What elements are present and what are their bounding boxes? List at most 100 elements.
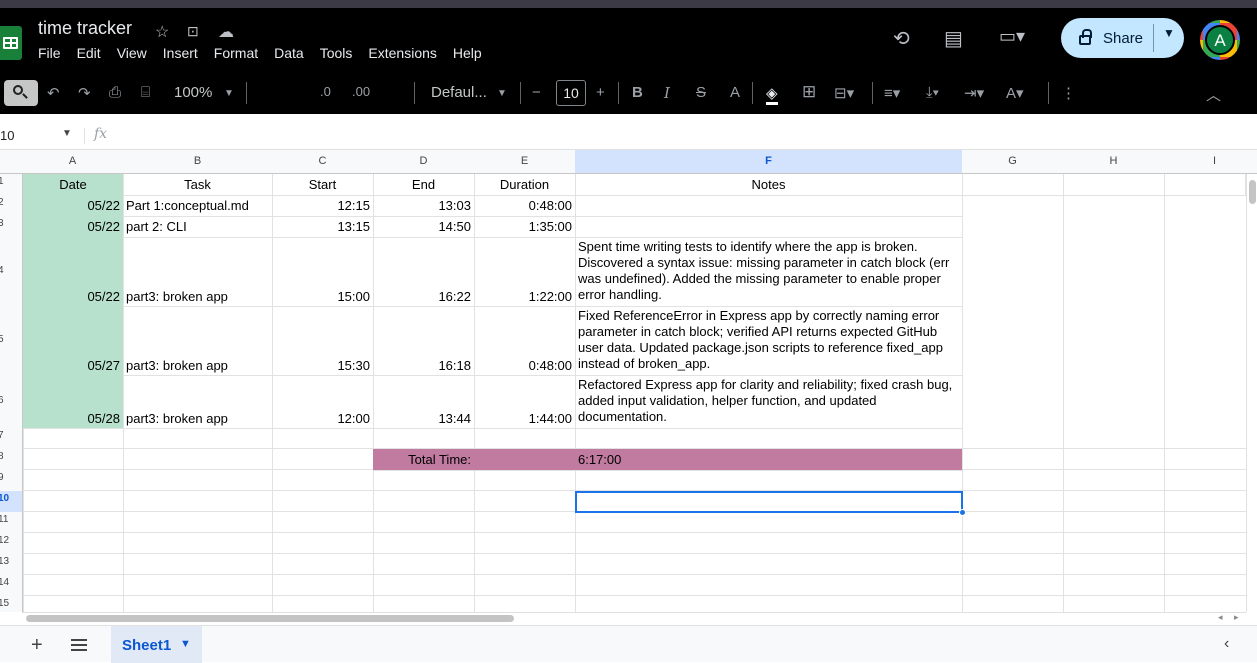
empty-cell[interactable] xyxy=(962,174,1246,196)
cell-start[interactable]: 13:15 xyxy=(272,216,374,238)
side-panel-collapse-icon[interactable]: ‹ xyxy=(1224,635,1229,653)
star-icon[interactable]: ☆ xyxy=(155,22,169,42)
header-task[interactable]: Task xyxy=(123,174,273,196)
column-header-h[interactable]: H xyxy=(1063,150,1165,174)
menu-format[interactable]: Format xyxy=(214,45,266,61)
cell-notes[interactable] xyxy=(575,216,963,238)
cell-start[interactable]: 15:30 xyxy=(272,306,374,376)
cell-start[interactable]: 15:00 xyxy=(272,237,374,307)
menu-tools[interactable]: Tools xyxy=(320,45,361,61)
cell-end[interactable]: 13:03 xyxy=(373,195,475,217)
menu-insert[interactable]: Insert xyxy=(163,45,206,61)
cell-date[interactable]: 05/22 xyxy=(23,237,124,307)
name-box-dropdown-icon[interactable]: ▼ xyxy=(62,128,72,139)
cell-duration[interactable]: 1:22:00 xyxy=(474,237,576,307)
header-notes[interactable]: Notes xyxy=(575,174,963,196)
cell-task[interactable]: part 2: CLI xyxy=(123,216,273,238)
version-history-icon[interactable]: ⟲ xyxy=(893,26,910,51)
cell-date[interactable]: 05/22 xyxy=(23,216,124,238)
column-header-a[interactable]: A xyxy=(22,150,124,174)
column-header-b[interactable]: B xyxy=(123,150,273,174)
column-header-i[interactable]: I xyxy=(1164,150,1257,174)
row-header[interactable]: 2 xyxy=(0,195,23,217)
cell-duration[interactable]: 0:48:00 xyxy=(474,195,576,217)
menu-file[interactable]: File xyxy=(38,45,69,61)
cell-date[interactable]: 05/22 xyxy=(23,195,124,217)
row-header[interactable]: 6 xyxy=(0,375,23,429)
total-time-spacer[interactable] xyxy=(474,449,576,471)
vertical-scroll-thumb[interactable] xyxy=(1249,180,1256,204)
row-header[interactable]: 13 xyxy=(0,554,23,576)
spreadsheet-grid[interactable]: A B C D E F G H I 1 2 3 4 5 6 7 8 9 10 1… xyxy=(0,150,1257,612)
document-title[interactable]: time tracker xyxy=(38,18,132,39)
column-header-f[interactable]: F xyxy=(575,150,963,174)
more-options-icon[interactable]: ⋮ xyxy=(1061,84,1076,102)
cell-notes[interactable]: Spent time writing tests to identify whe… xyxy=(575,237,963,307)
row-header[interactable]: 8 xyxy=(0,449,23,471)
collapse-toolbar-icon[interactable]: ︿ xyxy=(1206,84,1221,105)
cell-notes[interactable]: Fixed ReferenceError in Express app by c… xyxy=(575,306,963,376)
row-header[interactable]: 15 xyxy=(0,596,23,612)
row-header[interactable]: 10 xyxy=(0,491,23,513)
row-header[interactable]: 1 xyxy=(0,174,23,196)
cell-notes[interactable]: Refactored Express app for clarity and r… xyxy=(575,375,963,429)
avatar[interactable]: A xyxy=(1200,20,1240,60)
header-duration[interactable]: Duration xyxy=(474,174,576,196)
all-sheets-icon[interactable] xyxy=(71,639,87,651)
vertical-scrollbar[interactable] xyxy=(1246,174,1257,612)
cell-end[interactable]: 14:50 xyxy=(373,216,475,238)
cell-duration[interactable]: 1:35:00 xyxy=(474,216,576,238)
meet-camera-icon[interactable]: ▭▾ xyxy=(999,26,1025,47)
horizontal-align-icon[interactable]: ≡▾ xyxy=(884,84,900,102)
cell-end[interactable]: 13:44 xyxy=(373,375,475,429)
row-header[interactable]: 4 xyxy=(0,237,23,307)
font-dropdown-icon[interactable]: ▼ xyxy=(497,88,507,99)
zoom-dropdown-icon[interactable]: ▼ xyxy=(224,88,234,99)
text-rotation-icon[interactable]: A▾ xyxy=(1006,84,1024,102)
share-button[interactable]: Share ▼ xyxy=(1061,18,1184,58)
share-dropdown-icon[interactable]: ▼ xyxy=(1163,26,1175,40)
increase-decimal-button[interactable]: .00 xyxy=(352,84,370,99)
cell-notes[interactable] xyxy=(575,195,963,217)
menu-extensions[interactable]: Extensions xyxy=(368,45,444,61)
row-header[interactable]: 3 xyxy=(0,216,23,238)
cell-duration[interactable]: 0:48:00 xyxy=(474,306,576,376)
bold-button[interactable]: B xyxy=(632,84,643,101)
strikethrough-button[interactable]: S xyxy=(696,84,706,101)
total-time-label[interactable]: Total Time: xyxy=(373,449,475,471)
header-start[interactable]: Start xyxy=(272,174,374,196)
row-header[interactable]: 11 xyxy=(0,512,23,534)
merge-cells-icon[interactable]: ⊟▾ xyxy=(834,84,854,102)
horizontal-scroll-thumb[interactable] xyxy=(26,615,514,622)
scroll-left-icon[interactable]: ◂ xyxy=(1218,612,1223,623)
sheet-tab-dropdown-icon[interactable]: ▼ xyxy=(180,638,191,650)
cell-task[interactable]: part3: broken app xyxy=(123,237,273,307)
cell-date[interactable]: 05/28 xyxy=(23,375,124,429)
undo-icon[interactable]: ↶ xyxy=(47,84,60,102)
row-header[interactable]: 14 xyxy=(0,575,23,597)
cell-duration[interactable]: 1:44:00 xyxy=(474,375,576,429)
text-color-button[interactable]: A xyxy=(730,84,740,101)
selected-cell-f10[interactable] xyxy=(575,491,963,513)
scroll-right-icon[interactable]: ▸ xyxy=(1234,612,1239,623)
horizontal-scrollbar[interactable]: ◂ ▸ xyxy=(22,612,1246,624)
fill-color-icon[interactable]: ◈ xyxy=(766,84,778,105)
header-date[interactable]: Date xyxy=(23,174,124,196)
add-sheet-icon[interactable]: + xyxy=(31,634,43,657)
decrease-font-size-icon[interactable]: − xyxy=(532,84,541,101)
row-header[interactable]: 7 xyxy=(0,428,23,450)
column-header-c[interactable]: C xyxy=(272,150,374,174)
menu-edit[interactable]: Edit xyxy=(77,45,109,61)
row-header[interactable]: 12 xyxy=(0,533,23,555)
move-folder-icon[interactable]: ⊡ xyxy=(187,23,199,40)
menu-data[interactable]: Data xyxy=(274,45,312,61)
font-family-select[interactable]: Defaul... xyxy=(431,84,487,101)
italic-button[interactable]: I xyxy=(664,84,670,102)
cell-end[interactable]: 16:18 xyxy=(373,306,475,376)
redo-icon[interactable]: ↷ xyxy=(78,84,91,102)
cell-end[interactable]: 16:22 xyxy=(373,237,475,307)
name-box[interactable]: 10 xyxy=(0,128,14,143)
menu-help[interactable]: Help xyxy=(453,45,490,61)
paint-format-icon[interactable]: ⌸ xyxy=(141,84,150,101)
select-all-corner[interactable] xyxy=(0,150,23,174)
